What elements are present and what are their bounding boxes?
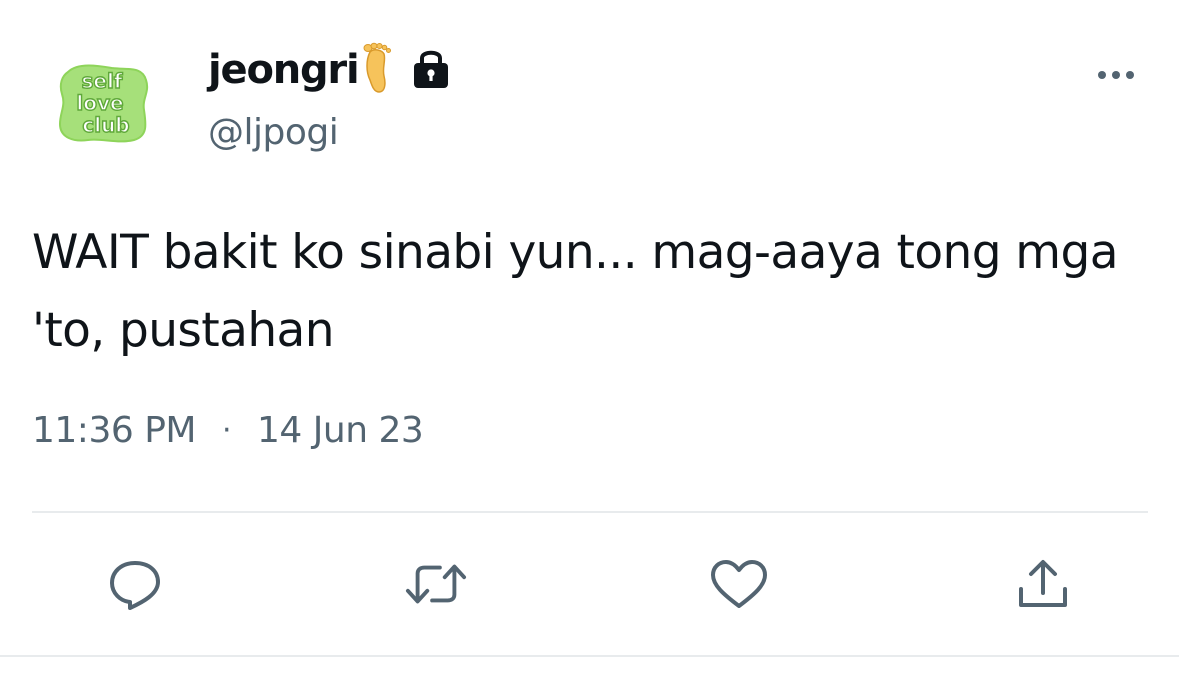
tweet-header: jeongri @ljpogi <box>208 40 452 153</box>
avatar-line-2: love <box>76 91 123 115</box>
bottom-divider <box>0 655 1179 657</box>
user-handle[interactable]: @ljpogi <box>208 112 452 153</box>
tweet-time[interactable]: 11:36 PM <box>32 410 196 451</box>
tweet-meta: 11:36 PM · 14 Jun 23 <box>32 410 424 451</box>
divider <box>32 511 1148 513</box>
lock-icon <box>392 46 452 94</box>
avatar-line-1: self <box>81 69 122 93</box>
heart-icon <box>711 560 767 608</box>
reply-icon <box>110 561 160 610</box>
avatar[interactable]: self love club <box>54 58 152 146</box>
foot-emoji <box>358 42 392 98</box>
avatar-line-3: club <box>82 113 129 137</box>
reply-button[interactable] <box>104 556 166 612</box>
display-name[interactable]: jeongri <box>208 47 360 93</box>
share-button[interactable] <box>1012 556 1074 612</box>
tweet-text: WAIT bakit ko sinabi yun... mag-aaya ton… <box>32 225 1119 358</box>
meta-separator: · <box>221 413 232 448</box>
share-icon <box>1019 560 1067 607</box>
more-button[interactable] <box>1094 60 1138 90</box>
like-button[interactable] <box>708 556 770 612</box>
avatar-image: self love club <box>58 64 149 143</box>
name-row: jeongri <box>208 40 452 100</box>
retweet-button[interactable] <box>405 556 467 612</box>
tweet-date[interactable]: 14 Jun 23 <box>257 410 424 451</box>
more-horizontal-icon <box>1098 71 1134 79</box>
retweet-icon <box>405 564 467 604</box>
tweet: self love club jeongri @ljpogi WAIT baki… <box>0 0 1179 675</box>
